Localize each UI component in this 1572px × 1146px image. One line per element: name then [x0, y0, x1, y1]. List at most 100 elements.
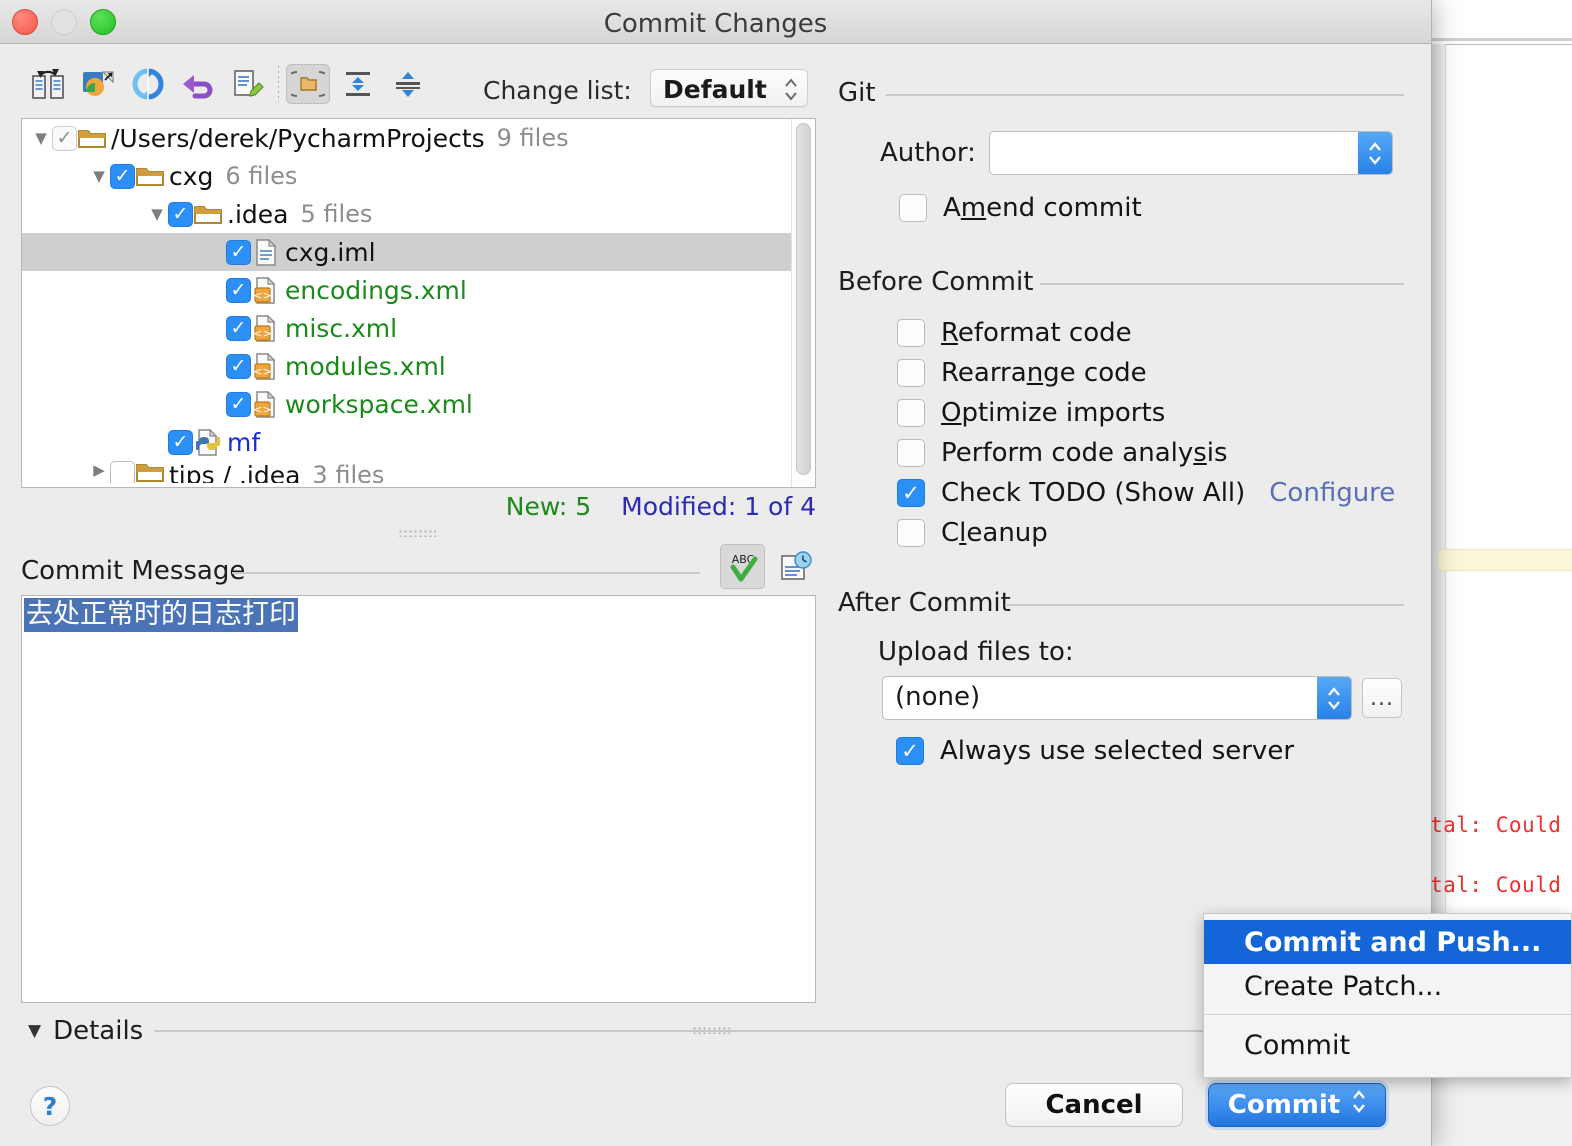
tree-row[interactable]: ▼cxg6 files — [22, 157, 815, 195]
always-use-server-label: Always use selected server — [940, 736, 1294, 766]
folder-icon — [135, 165, 165, 187]
tree-row-label: encodings.xml — [285, 276, 467, 305]
before-commit-option-row[interactable]: Perform code analysis — [897, 438, 1228, 468]
tree-row[interactable]: ▼ .idea 5 files — [22, 195, 815, 233]
triangle-down-icon[interactable]: ▼ — [88, 167, 110, 185]
xml-file-icon: <> — [251, 315, 281, 342]
tree-row-checkbox[interactable] — [110, 164, 135, 189]
browse-servers-button[interactable]: ... — [1362, 678, 1402, 718]
svg-text:<>: <> — [254, 327, 272, 340]
changelist-dropdown[interactable]: Default — [650, 69, 808, 107]
collapse-all-icon[interactable] — [386, 64, 430, 104]
tree-row-label: .idea — [227, 200, 288, 229]
tree-row-file-count: 5 files — [300, 200, 372, 228]
details-toggle[interactable]: ▼ Details — [28, 1016, 143, 1046]
folder-icon — [135, 461, 165, 483]
help-button[interactable]: ? — [30, 1086, 70, 1126]
commit-message-input[interactable]: 去处正常时的日志打印 — [21, 595, 816, 1003]
tree-scrollbar[interactable] — [791, 119, 815, 487]
tree-row-label: misc.xml — [285, 314, 397, 343]
before-commit-option-row[interactable]: Rearrange code — [897, 358, 1147, 388]
tree-row-checkbox[interactable] — [52, 126, 77, 151]
tree-row-checkbox[interactable] — [226, 354, 251, 379]
tree-row-checkbox[interactable] — [226, 392, 251, 417]
changelist-value: Default — [663, 75, 767, 104]
tree-row-label: tips / .idea — [169, 461, 300, 483]
tree-row[interactable]: ▼<>misc.xml — [22, 309, 815, 347]
amend-commit-checkbox[interactable] — [899, 194, 927, 222]
tree-row-checkbox[interactable] — [168, 202, 193, 227]
show-diff-icon[interactable] — [76, 64, 120, 104]
undo-icon[interactable] — [176, 64, 220, 104]
bottom-splitter-grip[interactable] — [692, 1026, 730, 1034]
tree-splitter-grip[interactable] — [398, 529, 436, 537]
move-to-changelist-icon[interactable] — [226, 64, 270, 104]
tree-row[interactable]: ▼/Users/derek/PycharmProjects9 files — [22, 119, 815, 157]
triangle-right-icon[interactable]: ▶ — [88, 461, 110, 479]
tree-row[interactable]: ▼mf — [22, 423, 815, 461]
tree-row[interactable]: ▼<>workspace.xml — [22, 385, 815, 423]
commit-options-popup[interactable]: Commit and Push...Create Patch... Commit — [1203, 913, 1572, 1078]
triangle-down-icon[interactable]: ▼ — [30, 129, 52, 147]
svg-text:<>: <> — [254, 289, 272, 302]
revert-rollback-icon[interactable] — [126, 64, 170, 104]
author-input[interactable] — [989, 131, 1393, 175]
triangle-down-icon[interactable]: ▼ — [146, 205, 168, 223]
tree-row-checkbox[interactable] — [226, 278, 251, 303]
before-commit-option-row[interactable]: Optimize imports — [897, 398, 1165, 428]
configure-todo-link[interactable]: Configure — [1269, 478, 1395, 508]
amend-commit-label: Amend commit — [943, 193, 1142, 223]
always-use-server-checkbox[interactable] — [896, 737, 924, 765]
background-editor — [1432, 44, 1572, 924]
git-group-rule — [886, 94, 1404, 96]
tree-row-checkbox[interactable] — [110, 461, 135, 483]
python-file-icon — [193, 429, 223, 456]
popup-menu-item[interactable]: Commit — [1204, 1023, 1571, 1067]
tree-row[interactable]: ▼cxg.iml — [22, 233, 815, 271]
upload-dropdown-arrow[interactable] — [1317, 677, 1351, 719]
tree-row[interactable]: ▶tips / .idea3 files — [22, 461, 815, 483]
before-commit-checkbox[interactable] — [897, 479, 925, 507]
console-error-line-1: tal: Could — [1430, 813, 1561, 837]
cancel-button[interactable]: Cancel — [1005, 1083, 1183, 1127]
before-commit-option-row[interactable]: Reformat code — [897, 318, 1132, 348]
group-by-directory-icon[interactable] — [286, 64, 330, 104]
tree-row-checkbox[interactable] — [226, 240, 251, 265]
always-use-server-row[interactable]: Always use selected server — [896, 736, 1294, 766]
upload-server-dropdown[interactable]: (none) — [882, 676, 1352, 720]
tree-row-label: cxg.iml — [285, 238, 376, 267]
popup-menu-item[interactable]: Create Patch... — [1204, 964, 1571, 1008]
tree-row-file-count: 9 files — [497, 124, 569, 152]
tree-rows-container: ▼/Users/derek/PycharmProjects9 files▼cxg… — [22, 119, 815, 483]
author-dropdown-arrow[interactable] — [1358, 132, 1392, 174]
background-highlight-line — [1438, 549, 1572, 571]
before-commit-option-row[interactable]: Cleanup — [897, 518, 1048, 548]
tree-row[interactable]: ▼<>modules.xml — [22, 347, 815, 385]
after-commit-group-title: After Commit — [838, 588, 1011, 618]
before-commit-checkbox[interactable] — [897, 439, 925, 467]
changelist-label: Change list: — [483, 76, 632, 105]
popup-separator — [1204, 1014, 1571, 1015]
before-commit-option-row[interactable]: Check TODO (Show All)Configure — [897, 478, 1395, 508]
before-commit-checkbox[interactable] — [897, 319, 925, 347]
xml-file-icon: <> — [251, 353, 281, 380]
tree-row-label: cxg — [169, 162, 213, 191]
tree-row[interactable]: ▼<>encodings.xml — [22, 271, 815, 309]
message-history-icon[interactable] — [775, 546, 817, 588]
before-commit-checkbox[interactable] — [897, 399, 925, 427]
changed-files-tree[interactable]: ▼/Users/derek/PycharmProjects9 files▼cxg… — [21, 118, 816, 488]
commit-message-label: Commit Message — [21, 556, 245, 586]
popup-menu-item[interactable]: Commit and Push... — [1204, 920, 1571, 964]
before-commit-checkbox[interactable] — [897, 359, 925, 387]
changes-toolbar — [26, 64, 436, 104]
tree-row-checkbox[interactable] — [226, 316, 251, 341]
before-commit-checkbox[interactable] — [897, 519, 925, 547]
tree-row-checkbox[interactable] — [168, 430, 193, 455]
toolbar-separator — [278, 66, 279, 102]
refresh-changes-icon[interactable] — [26, 64, 70, 104]
abc-check-icon[interactable]: ABC — [720, 544, 765, 589]
commit-button[interactable]: Commit — [1208, 1083, 1386, 1127]
tree-scrollbar-thumb[interactable] — [796, 123, 811, 475]
expand-all-icon[interactable] — [336, 64, 380, 104]
amend-commit-row[interactable]: Amend commit — [899, 193, 1142, 223]
